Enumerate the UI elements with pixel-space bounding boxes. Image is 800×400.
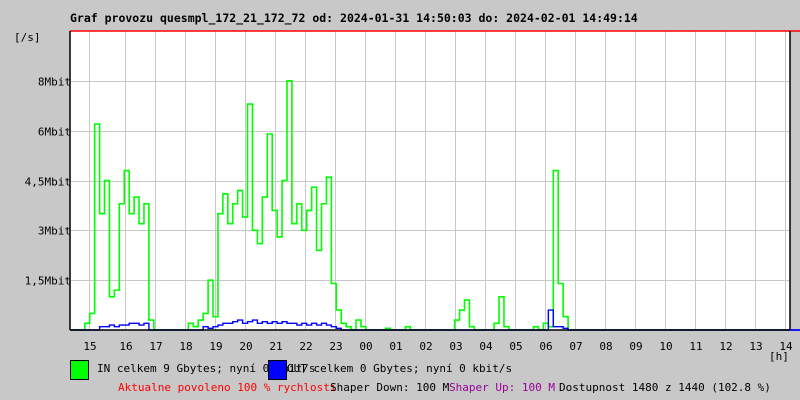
x-tick-label: 02 <box>419 340 432 353</box>
x-tick-label: 01 <box>389 340 402 353</box>
x-tick-label: 16 <box>119 340 132 353</box>
legend-in-swatch <box>70 360 89 380</box>
x-tick-label: 04 <box>479 340 493 353</box>
x-tick-label: 20 <box>239 340 252 353</box>
x-tick-label: 00 <box>359 340 372 353</box>
shaper-up-text: Shaper Up: 100 M <box>449 381 555 394</box>
traffic-chart: 15 16 17 18 19 20 21 22 23 00 01 02 03 04 05 06 07 08 09 10… <box>25 30 800 353</box>
x-tick-label: 13 <box>749 340 762 353</box>
x-tick-label: 07 <box>569 340 582 353</box>
allowed-speed-text: Aktualne povoleno 100 % rychlosti <box>118 381 337 394</box>
x-tick-label: 12 <box>719 340 732 353</box>
legend-out-swatch <box>268 360 287 380</box>
shaper-down-text: Shaper Down: 100 M <box>330 381 450 394</box>
x-tick-label: 09 <box>629 340 642 353</box>
x-tick-label: 05 <box>509 340 522 353</box>
x-tick-label: 15 <box>83 340 96 353</box>
x-tick-label: 08 <box>599 340 612 353</box>
plot-area <box>70 31 790 330</box>
x-tick-label: 03 <box>449 340 462 353</box>
y-tick-label: 1,5Mbit <box>25 275 71 288</box>
x-tick-label: 11 <box>689 340 702 353</box>
legend-out-text: OUT celkem 0 Gbytes; nyní 0 kbit/s <box>287 362 513 375</box>
x-tick-label: 18 <box>179 340 192 353</box>
x-tick-label: 21 <box>269 340 282 353</box>
x-tick-label: 14 <box>779 340 793 353</box>
x-tick-label: 10 <box>659 340 672 353</box>
y-tick-label: 3Mbit <box>38 225 71 238</box>
x-tick-label: 19 <box>209 340 222 353</box>
x-tick-label: 06 <box>539 340 552 353</box>
x-tick-label: 23 <box>329 340 342 353</box>
availability-text: Dostupnost 1480 z 1440 (102.8 %) <box>559 381 771 394</box>
y-tick-label: 4,5Mbit <box>25 176 71 189</box>
y-tick-label: 8Mbit <box>38 76 71 89</box>
x-tick-label: 17 <box>149 340 162 353</box>
y-tick-label: 6Mbit <box>38 126 71 139</box>
x-tick-label: 22 <box>299 340 312 353</box>
